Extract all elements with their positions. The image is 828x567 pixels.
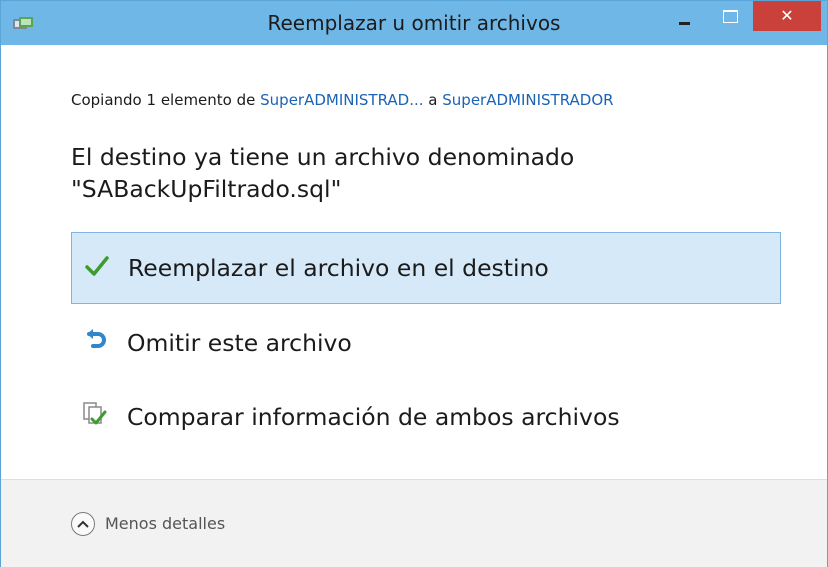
skip-file-label: Omitir este archivo [127,329,352,357]
checkmark-icon [84,253,110,279]
copy-status-prefix: Copiando 1 elemento de [71,91,261,109]
copy-status-line: Copiando 1 elemento de SuperADMINISTRAD.… [71,91,614,109]
chevron-up-icon [71,512,95,536]
conflict-filename: "SABackUpFiltrado.sql" [71,175,342,203]
replace-or-skip-dialog: Reemplazar u omitir archivos ✕ Copiando … [0,0,828,567]
compare-files-label: Comparar información de ambos archivos [127,403,620,431]
dialog-footer: Menos detalles [1,479,827,567]
conflict-message: El destino ya tiene un archivo denominad… [71,141,574,205]
destination-folder-link[interactable]: SuperADMINISTRADOR [442,91,613,109]
dialog-content: Copiando 1 elemento de SuperADMINISTRAD.… [1,45,827,479]
source-folder-link[interactable]: SuperADMINISTRAD... [260,91,423,109]
conflict-message-line1: El destino ya tiene un archivo denominad… [71,143,575,171]
copy-status-middle: a [423,91,443,109]
close-button[interactable]: ✕ [753,1,821,31]
skip-file-option[interactable]: Omitir este archivo [71,308,781,380]
skip-arrow-icon [83,328,109,354]
minimize-button[interactable] [665,1,707,31]
compare-files-option[interactable]: Comparar información de ambos archivos [71,382,781,454]
close-icon: ✕ [780,6,794,25]
less-details-label: Menos detalles [105,514,226,533]
title-bar[interactable]: Reemplazar u omitir archivos ✕ [1,1,827,45]
replace-file-option[interactable]: Reemplazar el archivo en el destino [71,232,781,304]
compare-files-icon [83,402,109,428]
maximize-button[interactable] [711,1,753,31]
replace-file-label: Reemplazar el archivo en el destino [128,254,549,282]
